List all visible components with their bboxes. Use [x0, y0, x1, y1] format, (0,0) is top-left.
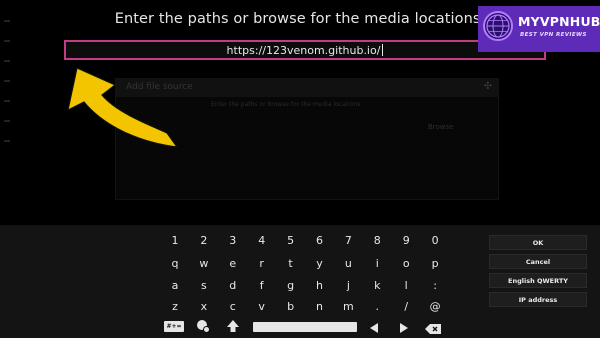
key-1-7[interactable]: i — [367, 256, 387, 272]
key-3-6[interactable]: m — [338, 299, 358, 315]
key-0-9[interactable]: 0 — [425, 233, 445, 249]
cursor-right-icon — [400, 323, 408, 333]
backspace-key[interactable] — [423, 320, 443, 334]
key-1-0[interactable]: q — [165, 256, 185, 272]
key-3-5[interactable]: n — [310, 299, 330, 315]
key-3-3[interactable]: v — [252, 299, 272, 315]
ip-address-button[interactable]: IP address — [489, 292, 587, 307]
key-0-8[interactable]: 9 — [396, 233, 416, 249]
key-1-6[interactable]: u — [338, 256, 358, 272]
key-1-4[interactable]: t — [281, 256, 301, 272]
key-2-2[interactable]: d — [223, 278, 243, 294]
key-0-2[interactable]: 3 — [223, 233, 243, 249]
kodi-logo-icon: ✣ — [483, 81, 492, 92]
key-2-0[interactable]: a — [165, 278, 185, 294]
key-2-9[interactable]: : — [425, 278, 445, 294]
key-3-7[interactable]: . — [367, 299, 387, 315]
background-browse-label: Browse — [428, 123, 454, 131]
myvpnhub-logo: MYVPNHUB BEST VPN REVIEWS — [478, 6, 600, 52]
globe-ip-icon — [197, 320, 210, 333]
key-1-5[interactable]: y — [310, 256, 330, 272]
key-2-1[interactable]: s — [194, 278, 214, 294]
pointer-arrow-icon — [67, 67, 179, 148]
key-3-0[interactable]: z — [165, 299, 185, 315]
key-3-9[interactable]: @ — [425, 299, 445, 315]
space-key[interactable] — [253, 322, 357, 332]
key-3-8[interactable]: / — [396, 299, 416, 315]
key-3-4[interactable]: b — [281, 299, 301, 315]
key-0-0[interactable]: 1 — [165, 233, 185, 249]
key-2-7[interactable]: k — [367, 278, 387, 294]
path-input-value: https://123venom.github.io/ — [226, 43, 381, 57]
ip-address-key[interactable] — [193, 318, 213, 334]
kodi-keyboard-screen: Add file source ✣ Enter the paths or bro… — [0, 0, 600, 338]
backspace-icon — [425, 324, 441, 334]
key-0-1[interactable]: 2 — [194, 233, 214, 249]
logo-brand: MYVPNHUB — [518, 14, 600, 29]
key-1-2[interactable]: e — [223, 256, 243, 272]
key-0-5[interactable]: 6 — [310, 233, 330, 249]
ok-button[interactable]: OK — [489, 235, 587, 250]
key-1-8[interactable]: o — [396, 256, 416, 272]
key-0-7[interactable]: 8 — [367, 233, 387, 249]
shift-key[interactable] — [223, 318, 243, 334]
key-2-5[interactable]: h — [310, 278, 330, 294]
key-3-1[interactable]: x — [194, 299, 214, 315]
key-0-6[interactable]: 7 — [338, 233, 358, 249]
key-1-1[interactable]: w — [194, 256, 214, 272]
key-0-3[interactable]: 4 — [252, 233, 272, 249]
key-1-9[interactable]: p — [425, 256, 445, 272]
shift-arrow-icon — [227, 320, 239, 332]
background-dialog-subtitle: Enter the paths or browse for the media … — [211, 101, 363, 108]
cursor-right-key[interactable] — [396, 319, 412, 333]
text-cursor — [382, 44, 384, 56]
cursor-left-key[interactable] — [366, 319, 382, 333]
key-3-2[interactable]: c — [223, 299, 243, 315]
layout-button[interactable]: English QWERTY — [489, 273, 587, 288]
logo-tagline: BEST VPN REVIEWS — [520, 32, 587, 38]
key-2-6[interactable]: j — [338, 278, 358, 294]
cancel-button[interactable]: Cancel — [489, 254, 587, 269]
symbols-key[interactable]: #+= — [164, 321, 184, 332]
cursor-left-icon — [370, 323, 378, 333]
key-2-8[interactable]: l — [396, 278, 416, 294]
key-2-3[interactable]: f — [252, 278, 272, 294]
onscreen-keyboard: 1 2 3 4 5 6 7 8 9 0 q w e r t y u i o p a s d f g h j k l: z x c v b n m. / @… — [0, 225, 600, 338]
globe-logo-icon — [483, 11, 513, 41]
key-0-4[interactable]: 5 — [281, 233, 301, 249]
key-2-4[interactable]: g — [281, 278, 301, 294]
key-1-3[interactable]: r — [252, 256, 272, 272]
